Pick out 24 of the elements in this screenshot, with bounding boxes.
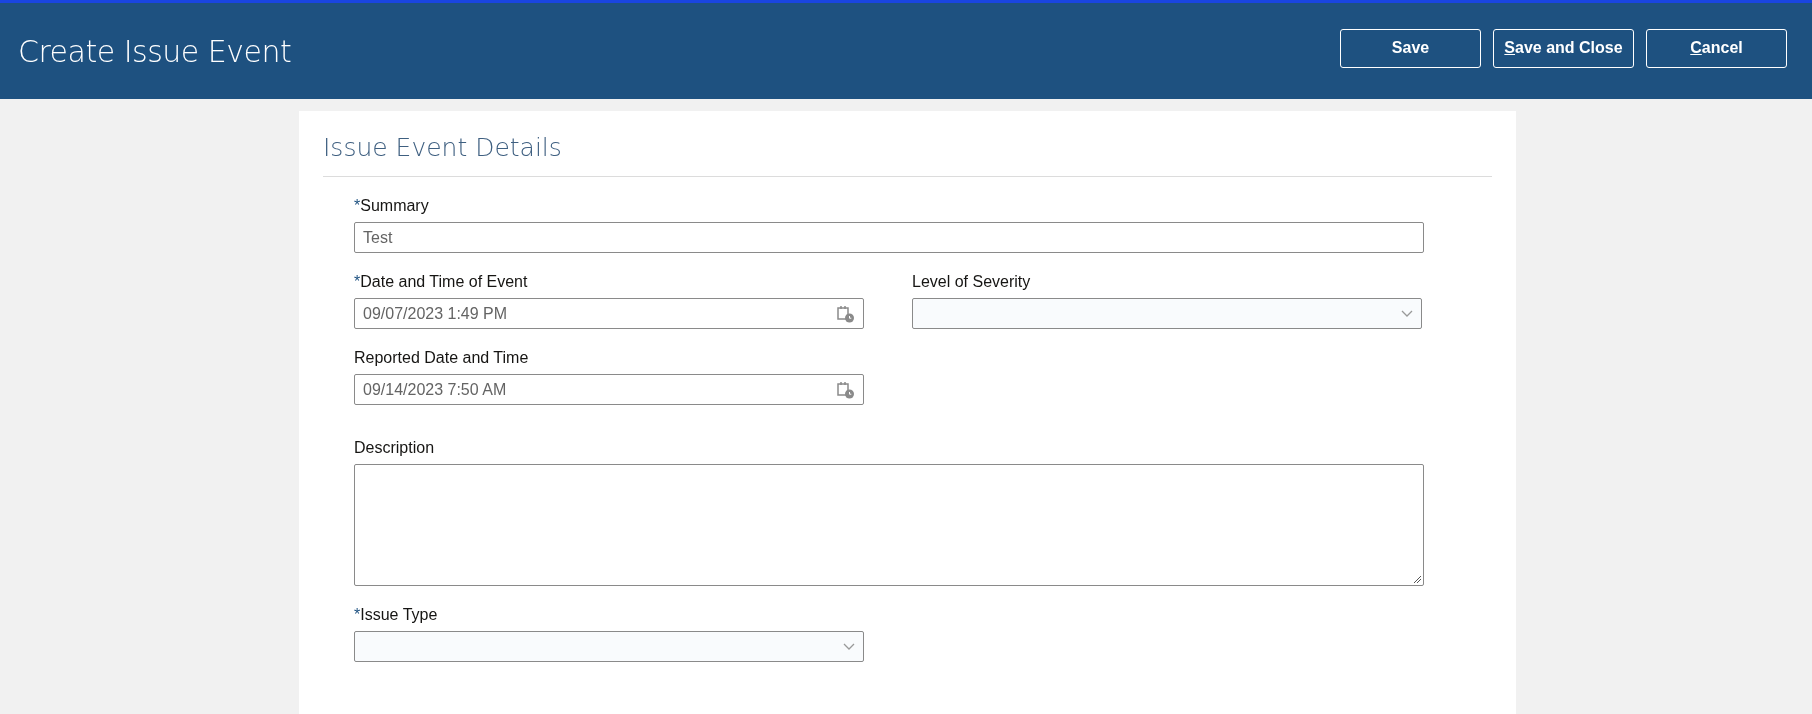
field-label: Reported Date and Time bbox=[354, 349, 529, 367]
required-marker: * bbox=[354, 273, 361, 291]
header-button[interactable]: Save and Close bbox=[1493, 28, 1634, 68]
date-time-input[interactable]: 09/14/2023 7:50 AM bbox=[354, 374, 864, 405]
header-button[interactable]: Save bbox=[1340, 28, 1481, 68]
section-title: Issue Event Details bbox=[323, 133, 1492, 177]
date-time-input[interactable]: 09/07/2023 1:49 PM bbox=[354, 298, 864, 329]
calendar-clock-icon[interactable] bbox=[837, 380, 855, 399]
dropdown-field[interactable] bbox=[912, 298, 1422, 329]
resize-handle-icon[interactable] bbox=[1413, 575, 1421, 583]
summary-input[interactable]: Test bbox=[354, 222, 1424, 253]
field-label: Summary bbox=[360, 197, 429, 215]
dropdown-field[interactable] bbox=[354, 631, 864, 662]
required-marker: * bbox=[354, 197, 361, 215]
field-label: Issue Type bbox=[360, 606, 438, 624]
field-label: Level of Severity bbox=[912, 273, 1031, 291]
calendar-clock-icon[interactable] bbox=[837, 304, 855, 323]
header-button[interactable]: Cancel bbox=[1646, 28, 1787, 68]
required-marker: * bbox=[354, 606, 361, 624]
page-title: Create Issue Event bbox=[18, 33, 292, 69]
chevron-down-icon[interactable] bbox=[843, 642, 855, 651]
field-label: Date and Time of Event bbox=[360, 273, 528, 291]
field-label: Description bbox=[354, 439, 435, 457]
chevron-down-icon[interactable] bbox=[1401, 309, 1413, 318]
